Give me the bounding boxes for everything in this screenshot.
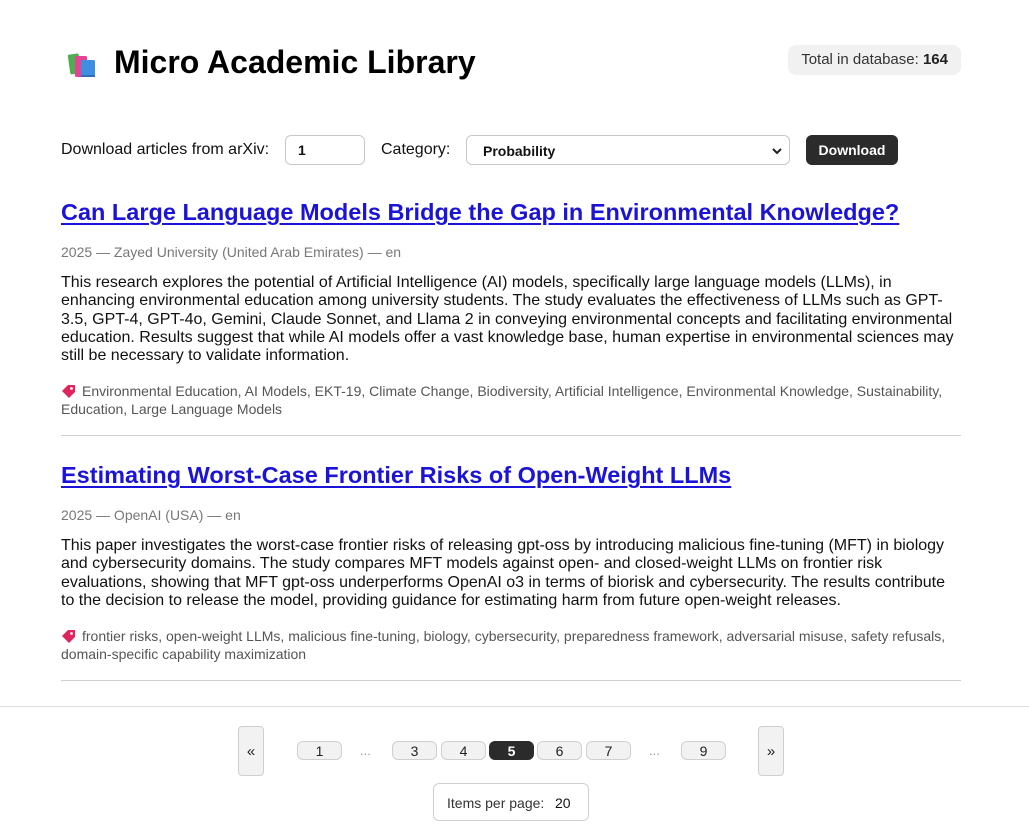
header: Micro Academic Library Total in database…	[61, 40, 961, 88]
items-per-page-label: Items per page:	[447, 795, 545, 811]
article-meta: 2025 — OpenAI (USA) — en	[61, 507, 241, 523]
article-title-link[interactable]: Can Large Language Models Bridge the Gap…	[61, 199, 899, 225]
article-title-link[interactable]: Estimating Worst-Case Frontier Risks of …	[61, 462, 731, 488]
footer-divider	[0, 706, 1029, 707]
pagination-ellipsis: ...	[360, 743, 371, 758]
page-button-6[interactable]: 6	[537, 741, 582, 760]
items-per-page-control[interactable]: Items per page: 20	[433, 783, 589, 821]
article-card: Estimating Worst-Case Frontier Risks of …	[61, 461, 961, 681]
download-button[interactable]: Download	[806, 135, 898, 165]
site-title: Micro Academic Library	[114, 44, 476, 80]
article-card: Can Large Language Models Bridge the Gap…	[61, 198, 961, 436]
category-select[interactable]: Probability	[466, 135, 790, 165]
chevron-down-icon	[771, 144, 783, 156]
page: Micro Academic Library Total in database…	[0, 0, 1029, 828]
download-bar: Download articles from arXiv: Category: …	[61, 135, 961, 165]
prev-page-button[interactable]: «	[238, 726, 264, 776]
page-button-4[interactable]: 4	[441, 741, 486, 760]
download-label: Download articles from arXiv:	[61, 141, 270, 158]
tag-icon	[61, 384, 76, 399]
page-button-3[interactable]: 3	[392, 741, 437, 760]
category-label: Category:	[381, 141, 451, 158]
pagination-ellipsis: ...	[649, 743, 660, 758]
article-title: Estimating Worst-Case Frontier Risks of …	[61, 461, 961, 489]
next-page-button[interactable]: »	[758, 726, 784, 776]
page-button-1[interactable]: 1	[297, 741, 342, 760]
article-count-input[interactable]	[285, 135, 365, 165]
total-count: 164	[922, 51, 948, 68]
category-selected-value: Probability	[483, 143, 556, 159]
article-keywords: frontier risks, open-weight LLMs, malici…	[61, 628, 961, 663]
keywords-text: Environmental Education, AI Models, EKT-…	[61, 383, 943, 417]
total-count-badge: Total in database: 164	[788, 45, 961, 75]
items-per-page-value[interactable]: 20	[555, 795, 571, 811]
page-button-current[interactable]: 5	[489, 741, 534, 760]
article-abstract: This research explores the potential of …	[61, 274, 954, 365]
article-title: Can Large Language Models Bridge the Gap…	[61, 198, 961, 226]
article-meta: 2025 — Zayed University (United Arab Emi…	[61, 244, 402, 260]
page-button-7[interactable]: 7	[586, 741, 631, 760]
total-label: Total in database:	[801, 51, 919, 68]
tag-icon	[61, 629, 76, 644]
books-icon	[66, 47, 100, 81]
article-keywords: Environmental Education, AI Models, EKT-…	[61, 383, 961, 418]
article-abstract: This paper investigates the worst-case f…	[61, 537, 945, 609]
keywords-text: frontier risks, open-weight LLMs, malici…	[61, 628, 946, 662]
page-button-9[interactable]: 9	[681, 741, 726, 760]
